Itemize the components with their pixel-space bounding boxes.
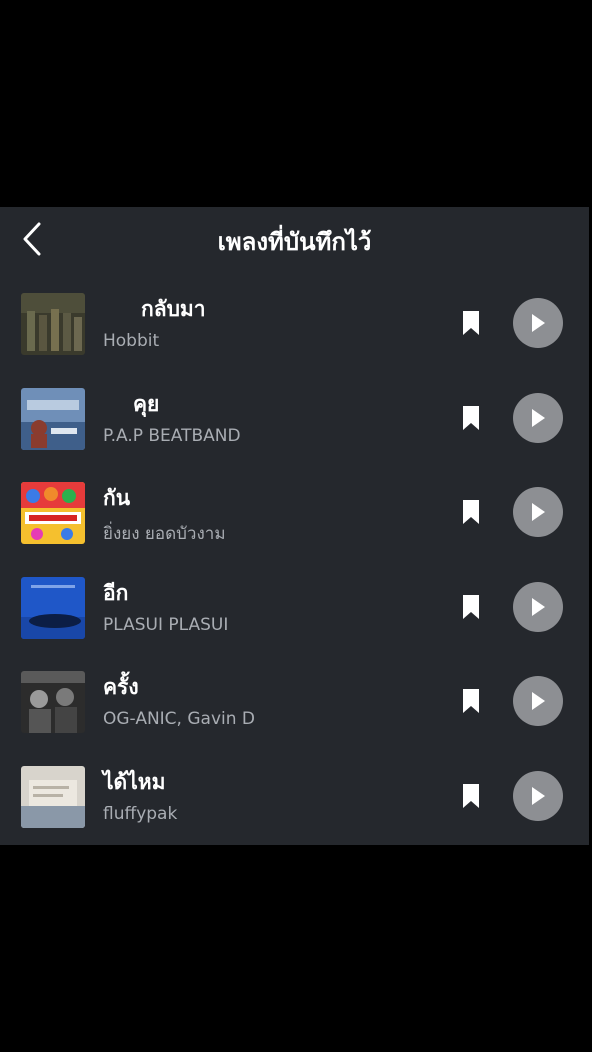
play-button[interactable] bbox=[513, 298, 563, 348]
bookmark-icon[interactable] bbox=[461, 310, 481, 336]
song-title: ครั้ง bbox=[103, 675, 139, 700]
bookmark-icon[interactable] bbox=[461, 499, 481, 525]
header: เพลงที่บันทึกไว้ bbox=[0, 207, 589, 271]
album-art bbox=[21, 671, 85, 734]
play-button[interactable] bbox=[513, 770, 563, 821]
play-button[interactable] bbox=[513, 676, 563, 727]
album-art bbox=[21, 293, 85, 355]
play-button[interactable] bbox=[513, 392, 563, 443]
song-title: ได้ไหม bbox=[103, 769, 166, 794]
song-title: กลับมา bbox=[141, 297, 206, 321]
song-artist: OG-ANIC, Gavin D bbox=[103, 709, 255, 730]
song-artist: PLASUI PLASUI bbox=[103, 614, 229, 635]
album-art bbox=[21, 387, 85, 450]
song-row[interactable]: คุย P.A.P BEATBAND bbox=[0, 374, 589, 469]
song-row[interactable]: กัน ยิ่งยง ยอดบัวงาม bbox=[0, 468, 589, 563]
saved-songs-panel: เพลงที่บันทึกไว้ กลับมา Hobbit คุย P.A.P… bbox=[0, 207, 589, 845]
album-art bbox=[21, 482, 85, 545]
song-artist: fluffypak bbox=[103, 803, 178, 824]
page-title: เพลงที่บันทึกไว้ bbox=[217, 228, 372, 256]
song-row[interactable]: ได้ไหม fluffypak bbox=[0, 752, 589, 847]
play-icon bbox=[532, 314, 545, 332]
play-icon bbox=[532, 408, 545, 427]
bookmark-icon[interactable] bbox=[461, 783, 481, 809]
song-title: คุย bbox=[133, 391, 160, 416]
play-icon bbox=[532, 786, 545, 805]
album-art bbox=[21, 576, 85, 639]
bookmark-icon[interactable] bbox=[461, 688, 481, 714]
song-artist: ยิ่งยง ยอดบัวงาม bbox=[103, 524, 226, 545]
play-icon bbox=[532, 503, 545, 522]
play-icon bbox=[532, 692, 545, 711]
song-title: กัน bbox=[103, 486, 131, 511]
song-title: อีก bbox=[103, 580, 129, 605]
play-button[interactable] bbox=[513, 487, 563, 538]
song-artist: P.A.P BEATBAND bbox=[103, 425, 241, 446]
song-row[interactable]: อีก PLASUI PLASUI bbox=[0, 563, 589, 658]
bookmark-icon[interactable] bbox=[461, 405, 481, 431]
play-icon bbox=[532, 597, 545, 616]
song-artist: Hobbit bbox=[103, 331, 160, 351]
song-row[interactable]: กลับมา Hobbit bbox=[0, 279, 589, 374]
bookmark-icon[interactable] bbox=[461, 594, 481, 620]
song-row[interactable]: ครั้ง OG-ANIC, Gavin D bbox=[0, 657, 589, 752]
song-list: กลับมา Hobbit คุย P.A.P BEATBAND กัน ยิ่… bbox=[0, 279, 589, 847]
album-art bbox=[21, 765, 85, 828]
play-button[interactable] bbox=[513, 581, 563, 632]
